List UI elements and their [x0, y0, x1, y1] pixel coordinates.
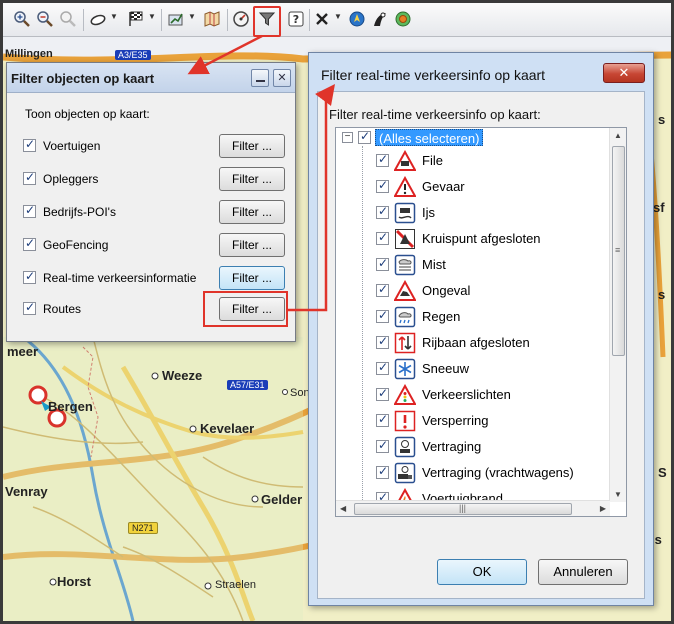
annotation-arrows — [187, 34, 335, 312]
arrow-to-traffic-dialog — [287, 84, 335, 312]
arrow-to-filter-window — [187, 34, 263, 75]
